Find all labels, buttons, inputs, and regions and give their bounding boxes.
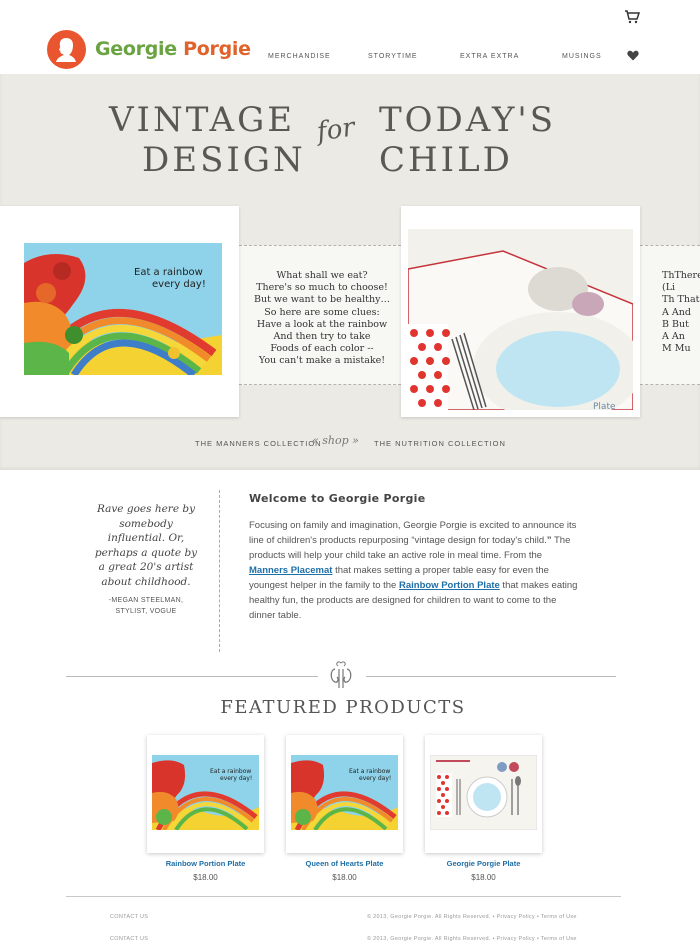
product-card-georgie-porgie-plate[interactable] xyxy=(425,735,542,853)
nav-merchandise[interactable]: MERCHANDISE xyxy=(268,53,331,60)
nav-musings[interactable]: MUSINGS xyxy=(562,53,602,60)
rainbow-caption-line1: Eat a rainbow xyxy=(134,267,203,278)
footer-separator: • xyxy=(536,936,540,942)
footer-legal-repeat: © 2013, Georgie Porgie. All Rights Reser… xyxy=(367,936,577,942)
plate-label: Plate xyxy=(593,402,616,410)
footer-privacy-link[interactable]: Privacy Policy xyxy=(497,914,535,920)
manners-placemat-link[interactable]: Manners Placemat xyxy=(249,565,332,576)
monogram-icon xyxy=(330,661,352,688)
cart-icon[interactable] xyxy=(624,10,640,24)
product-caption-line2: every day! xyxy=(359,775,391,782)
nutrition-collection-link[interactable]: THE NUTRITION COLLECTION xyxy=(374,439,506,448)
poem2-line: Th That xyxy=(662,294,700,306)
footer-separator: • xyxy=(536,914,540,920)
brand-name-first: Georgie xyxy=(95,38,177,60)
chevron-right-icon: » xyxy=(352,434,359,447)
second-poem-partial: ThThere (Li Th That A And B But A An M M… xyxy=(662,270,700,355)
poem-line: There's so much to choose! xyxy=(256,282,388,294)
carousel-card-manners[interactable]: Plate xyxy=(401,206,640,417)
quote-author: -MEGAN STEELMAN, xyxy=(108,597,184,604)
product-caption-line1: Eat a rainbow xyxy=(349,768,390,775)
poem-line: Have a look at the rainbow xyxy=(256,318,388,330)
product-price: $18.00 xyxy=(193,873,218,882)
poem-line: What shall we eat? xyxy=(276,270,368,281)
manners-collection-link[interactable]: THE MANNERS COLLECTION xyxy=(195,439,322,448)
footer-contact-link[interactable]: CONTACT US xyxy=(110,914,148,920)
product-caption-line1: Eat a rainbow xyxy=(210,768,251,775)
poem2-line: M Mu xyxy=(662,343,691,355)
footer-privacy-link[interactable]: Privacy Policy xyxy=(497,936,535,942)
rainbow-placemat-image: Eat a rainbow every day! xyxy=(24,243,222,375)
poem2-line: (Li xyxy=(662,282,676,294)
product-name-georgie-porgie-plate[interactable]: Georgie Porgie Plate xyxy=(425,859,542,868)
queen-of-hearts-plate-image: Eat a rainbow every day! xyxy=(291,755,398,830)
product-price: $18.00 xyxy=(471,873,496,882)
footer-separator: • xyxy=(492,914,495,920)
divider-right xyxy=(366,676,616,677)
footer-terms-link[interactable]: Terms of Use xyxy=(541,914,577,920)
hero-headline-for: for xyxy=(315,112,357,148)
footer-divider xyxy=(66,896,621,897)
footer-legal: © 2013, Georgie Porgie. All Rights Reser… xyxy=(367,914,577,920)
product-card-queen-of-hearts-plate[interactable]: Eat a rainbow every day! xyxy=(286,735,403,853)
welcome-text: Focusing on family and imagination, Geor… xyxy=(249,518,579,623)
quote-role: STYLIST, VOGUE xyxy=(115,607,177,615)
footer-contact-link-repeat[interactable]: CONTACT US xyxy=(110,936,148,942)
product-card-rainbow-plate[interactable]: Eat a rainbow every day! xyxy=(147,735,264,853)
hero-headline-design: DESIGN xyxy=(142,140,306,180)
product-caption-line2: every day! xyxy=(220,775,252,782)
poem2-line: A An xyxy=(662,331,685,343)
footer-copyright: © 2013, Georgie Porgie. All Rights Reser… xyxy=(367,936,491,942)
manners-placemat-image: Plate xyxy=(408,229,633,410)
rainbow-caption-line2: every day! xyxy=(152,279,206,290)
hero-headline-child: CHILD xyxy=(379,140,513,180)
poem-line: Foods of each color -- xyxy=(270,343,374,355)
testimonial-attribution: -MEGAN STEELMAN, STYLIST, VOGUE xyxy=(92,596,200,617)
heart-icon[interactable] xyxy=(627,50,639,61)
chevron-left-icon: « xyxy=(312,434,319,447)
nav-storytime[interactable]: STORYTIME xyxy=(368,53,418,60)
poem2-line: ThThere xyxy=(662,270,700,281)
rainbow-plate-image: Eat a rainbow every day! xyxy=(152,755,259,830)
footer-terms-link[interactable]: Terms of Use xyxy=(541,936,577,942)
rainbow-portion-plate-link[interactable]: Rainbow Portion Plate xyxy=(399,580,500,591)
brand-name-second: Porgie xyxy=(183,38,251,60)
hero-headline-vintage: VINTAGE xyxy=(109,100,296,140)
welcome-text-part: Focusing on family and imagination, Geor… xyxy=(249,520,577,546)
divider-left xyxy=(66,676,318,677)
testimonial-quote: Rave goes here by somebody influential. … xyxy=(94,503,198,588)
georgie-porgie-plate-image xyxy=(430,755,537,830)
poem-line: So here are some clues: xyxy=(264,306,380,318)
nav-extra-extra[interactable]: EXTRA EXTRA xyxy=(460,53,519,60)
poem2-line: A And xyxy=(662,306,691,318)
poem2-line: B But xyxy=(662,318,689,330)
hero-headline-todays: TODAY'S xyxy=(379,100,557,140)
footer-copyright: © 2013, Georgie Porgie. All Rights Reser… xyxy=(367,914,491,920)
rainbow-poem: What shall we eat? There's so much to ch… xyxy=(248,270,396,368)
shop-label: shop xyxy=(322,434,349,447)
poem-line: But we want to be healthy… xyxy=(254,294,390,306)
welcome-title: Welcome to Georgie Porgie xyxy=(249,492,426,505)
poem-line: You can't make a mistake! xyxy=(258,355,386,367)
footer-separator: • xyxy=(492,936,495,942)
shop-link[interactable]: « shop » xyxy=(312,434,359,447)
brand-logo[interactable]: Georgie Porgie xyxy=(95,38,251,60)
logo-silhouette-icon[interactable] xyxy=(47,30,86,69)
product-name-queen-of-hearts-plate[interactable]: Queen of Hearts Plate xyxy=(286,859,403,868)
section-divider xyxy=(219,490,220,652)
product-name-rainbow-plate[interactable]: Rainbow Portion Plate xyxy=(147,859,264,868)
poem-line: And then try to take xyxy=(273,331,371,343)
carousel-card-rainbow[interactable]: Eat a rainbow every day! xyxy=(0,206,239,417)
product-price: $18.00 xyxy=(332,873,357,882)
site-header: Georgie Porgie MERCHANDISE STORYTIME EXT… xyxy=(0,0,700,74)
featured-products-title: FEATURED PRODUCTS xyxy=(220,697,466,718)
